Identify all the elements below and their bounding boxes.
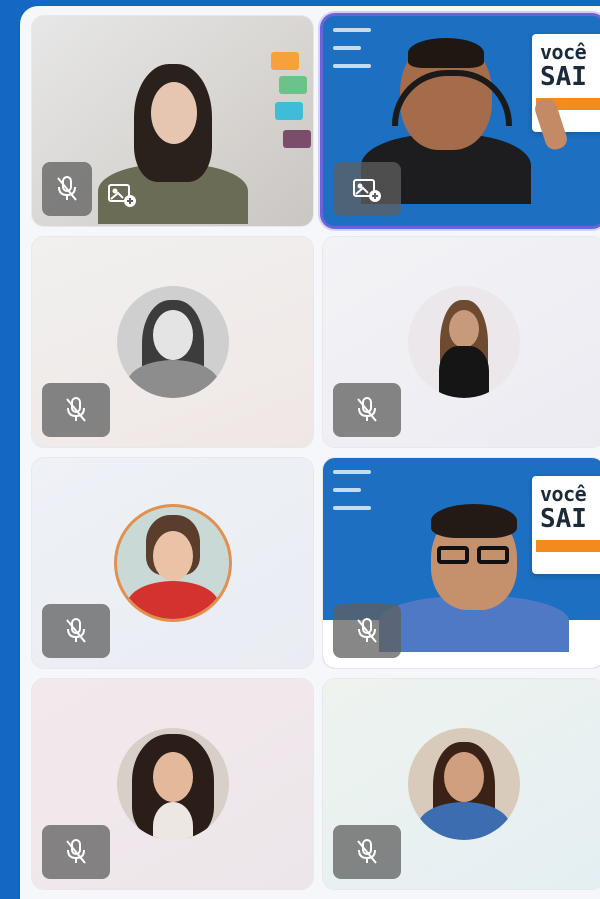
participant-tile-5[interactable] [32,458,313,668]
mic-muted-button[interactable] [42,383,110,437]
mic-muted-button[interactable] [42,162,92,216]
shared-slide-text-lines [333,470,371,524]
participant-tile-6[interactable]: você SAI [323,458,600,668]
mic-muted-icon [66,397,86,422]
slide-word-2: SAI [540,62,587,92]
participant-avatar-7 [116,728,229,840]
participant-tile-3[interactable] [32,237,313,447]
participant-video-6 [378,504,569,652]
participant-grid: você SAI você SAI [32,16,600,889]
slide-word-1: você [540,40,587,64]
participant-tile-8[interactable] [323,679,600,889]
slide-line [333,28,371,32]
participant-tile-7[interactable] [32,679,313,889]
mic-muted-button[interactable] [42,825,110,879]
participant-tile-4[interactable] [323,237,600,447]
slide-word-1: você [540,482,587,506]
pin-video-icon [353,179,381,202]
mic-muted-button[interactable] [42,604,110,658]
pin-video-button[interactable] [333,162,401,216]
mic-muted-icon [57,176,77,201]
slide-line [333,46,361,50]
participant-avatar-5 [116,507,229,619]
meeting-grid-panel: você SAI você SAI [20,6,600,899]
mic-muted-icon [66,618,86,643]
pin-video-button[interactable] [102,174,142,214]
slide-line [333,488,361,492]
wall-note-orange [271,52,299,70]
participant-avatar-3 [116,286,229,398]
wall-note-purple [283,130,311,148]
mic-muted-icon [66,839,86,864]
wall-note-cyan [275,102,303,120]
slide-line [333,506,371,510]
mic-muted-icon [357,397,377,422]
mic-muted-icon [357,618,377,643]
wall-note-green [279,76,307,94]
mic-muted-button[interactable] [333,383,401,437]
mic-muted-icon [357,839,377,864]
mic-muted-button[interactable] [333,825,401,879]
participant-avatar-8 [407,728,520,840]
participant-avatar-4 [407,286,520,398]
pin-video-icon [108,184,136,207]
participant-tile-1[interactable] [32,16,313,226]
participant-tile-2[interactable]: você SAI [323,16,600,226]
slide-line [333,470,371,474]
mic-muted-button[interactable] [333,604,401,658]
